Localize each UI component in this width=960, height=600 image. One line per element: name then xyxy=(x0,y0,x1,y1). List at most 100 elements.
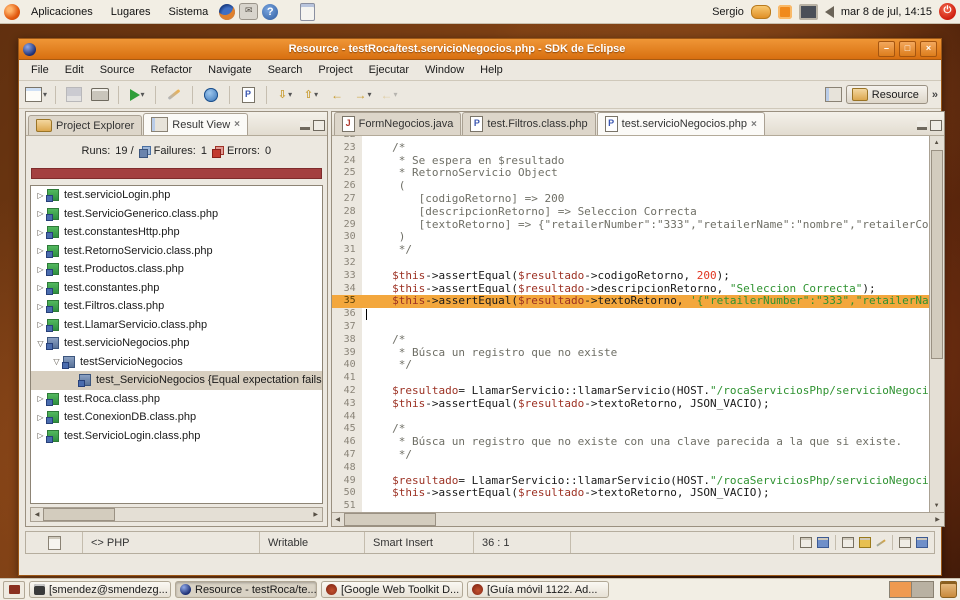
menu-item-refactor[interactable]: Refactor xyxy=(143,61,201,79)
back-button[interactable]: ← xyxy=(325,84,349,106)
scroll-right-icon[interactable]: ▶ xyxy=(932,513,944,526)
close-button[interactable]: × xyxy=(920,41,937,57)
code-line-46[interactable]: 46 * Búsca un registro que no existe con… xyxy=(332,436,929,449)
menu-item-help[interactable]: Help xyxy=(472,61,511,79)
scroll-right-icon[interactable]: ▶ xyxy=(310,508,322,521)
menu-item-file[interactable]: File xyxy=(23,61,57,79)
tab-test-servicionegocios-php[interactable]: P test.servicioNegocios.php × xyxy=(597,112,765,135)
trash-icon[interactable] xyxy=(940,581,957,598)
code-line-26[interactable]: 26 ( xyxy=(332,180,929,193)
code-line-32[interactable]: 32 xyxy=(332,257,929,270)
last-edit-button[interactable]: ←▾ xyxy=(377,84,401,106)
tree-item-test-retornoservicio-class-php[interactable]: ▷test.RetornoServicio.class.php xyxy=(31,242,322,261)
tree-item-test-serviciologin-class-php[interactable]: ▷test.ServicioLogin.class.php xyxy=(31,427,322,446)
tab-test-filtros-class-php[interactable]: P test.Filtros.class.php xyxy=(462,112,595,135)
print-button[interactable] xyxy=(88,84,112,106)
tree-item-test-servicionegocios-equal-expectation-[interactable]: test_ServicioNegocios {Equal expectation… xyxy=(31,371,322,390)
eclipse-window-icon[interactable] xyxy=(23,43,36,56)
tab-project-explorer[interactable]: Project Explorer xyxy=(28,115,142,135)
fast-view-icon[interactable] xyxy=(48,536,61,550)
code-line-35[interactable]: 35 $this->assertEqual($resultado->textoR… xyxy=(332,295,929,308)
workspace-switcher[interactable] xyxy=(889,581,934,598)
code-line-27[interactable]: 27 [codigoRetorno] => 200 xyxy=(332,193,929,206)
minimize-button[interactable]: – xyxy=(878,41,895,57)
restore-view-icon[interactable] xyxy=(842,537,854,548)
tree-item-test-filtros-class-php[interactable]: ▷test.Filtros.class.php xyxy=(31,297,322,316)
code-line-43[interactable]: 43 $this->assertEqual($resultado->textoR… xyxy=(332,398,929,411)
tree-item-test-constanteshttp-php[interactable]: ▷test.constantesHttp.php xyxy=(31,223,322,242)
window-titlebar[interactable]: Resource - testRoca/test.servicioNegocio… xyxy=(19,39,941,60)
code-line-49[interactable]: 49 $resultado= LlamarServicio::llamarSer… xyxy=(332,475,929,488)
editor-launcher-icon[interactable] xyxy=(300,3,315,21)
scroll-up-icon[interactable]: ▲ xyxy=(930,136,944,149)
menu-aplicaciones[interactable]: Aplicaciones xyxy=(24,4,100,20)
tab-formnegocios-java[interactable]: J FormNegocios.java xyxy=(334,112,462,135)
menu-item-source[interactable]: Source xyxy=(92,61,143,79)
screen-view-icon[interactable] xyxy=(916,537,928,548)
web-browser-button[interactable] xyxy=(199,84,223,106)
run-button[interactable]: ▾ xyxy=(125,84,149,106)
code-line-30[interactable]: 30 ) xyxy=(332,231,929,244)
menu-item-window[interactable]: Window xyxy=(417,61,472,79)
new-button[interactable]: ▾ xyxy=(23,84,49,106)
menu-lugares[interactable]: Lugares xyxy=(104,4,158,20)
code-line-31[interactable]: 31 */ xyxy=(332,244,929,257)
tree-item-test-llamarservicio-class-php[interactable]: ▷test.LlamarServicio.class.php xyxy=(31,316,322,335)
minimize-view-icon[interactable] xyxy=(300,121,310,130)
code-line-36[interactable]: 36 xyxy=(332,308,929,321)
menu-sistema[interactable]: Sistema xyxy=(162,4,216,20)
update-notifier-icon[interactable] xyxy=(778,5,792,19)
tree-item-test-serviciologin-php[interactable]: ▷test.servicioLogin.php xyxy=(31,186,322,205)
volume-icon[interactable] xyxy=(825,6,834,18)
forward-button[interactable]: →▾ xyxy=(351,84,375,106)
mail-launcher-icon[interactable]: ✉ xyxy=(239,3,258,20)
minimize-editor-icon[interactable] xyxy=(917,121,927,130)
workspace-1[interactable] xyxy=(890,582,911,597)
code-line-38[interactable]: 38 /* xyxy=(332,334,929,347)
editor-vscrollbar[interactable]: ▲ ▼ xyxy=(929,136,944,512)
scroll-left-icon[interactable]: ◀ xyxy=(31,508,43,521)
tab-close-icon[interactable]: × xyxy=(234,119,240,130)
code-line-39[interactable]: 39 * Búsca un registro que no existe xyxy=(332,347,929,360)
tree-item-test-conexiondb-class-php[interactable]: ▷test.ConexionDB.class.php xyxy=(31,408,322,427)
code-line-29[interactable]: 29 [textoRetorno] => {"retailerNumber":"… xyxy=(332,219,929,232)
tree-item-testservicionegocios[interactable]: ▽testServicioNegocios xyxy=(31,353,322,372)
code-line-33[interactable]: 33 $this->assertEqual($resultado->codigo… xyxy=(332,270,929,283)
code-editor[interactable]: 2223 /*24 * Se espera en $resultado25 * … xyxy=(332,136,929,512)
hscroll-thumb[interactable] xyxy=(344,513,436,526)
network-monitor-icon[interactable] xyxy=(799,4,818,20)
tree-item-test-productos-class-php[interactable]: ▷test.Productos.class.php xyxy=(31,260,322,279)
launch-view-icon[interactable] xyxy=(876,539,885,546)
lock-view-icon[interactable] xyxy=(859,537,871,548)
insert-mode-label[interactable]: Smart Insert xyxy=(365,532,474,553)
external-tools-button[interactable] xyxy=(162,84,186,106)
ubuntu-logo-icon[interactable] xyxy=(4,4,20,20)
code-line-25[interactable]: 25 * RetornoServicio Object xyxy=(332,167,929,180)
new-php-file-button[interactable]: P xyxy=(236,84,260,106)
tree-item-test-roca-class-php[interactable]: ▷test.Roca.class.php xyxy=(31,390,322,409)
menu-item-search[interactable]: Search xyxy=(260,61,311,79)
perspective-resource-button[interactable]: Resource xyxy=(846,85,928,104)
editor-hscrollbar[interactable]: ◀ ▶ xyxy=(332,512,944,526)
code-line-50[interactable]: 50 $this->assertEqual($resultado->textoR… xyxy=(332,487,929,500)
show-desktop-button[interactable] xyxy=(3,581,25,599)
tab-close-icon[interactable]: × xyxy=(751,119,757,130)
code-line-40[interactable]: 40 */ xyxy=(332,359,929,372)
tab-result-view[interactable]: Result View × xyxy=(143,113,248,135)
code-line-48[interactable]: 48 xyxy=(332,462,929,475)
previous-annotation-button[interactable]: ⇧▾ xyxy=(299,84,323,106)
next-annotation-button[interactable]: ⇩▾ xyxy=(273,84,297,106)
code-line-51[interactable]: 51 xyxy=(332,500,929,512)
restore-view-icon[interactable] xyxy=(899,537,911,548)
code-line-41[interactable]: 41 xyxy=(332,372,929,385)
vscroll-thumb[interactable] xyxy=(931,150,943,359)
scroll-left-icon[interactable]: ◀ xyxy=(332,513,344,526)
menu-item-edit[interactable]: Edit xyxy=(57,61,92,79)
perspective-overflow-chevron[interactable]: » xyxy=(932,89,937,101)
power-button[interactable]: ⏻ xyxy=(939,3,956,20)
left-panel-hscrollbar[interactable]: ◀ ▶ xyxy=(30,507,323,522)
help-launcher-icon[interactable]: ? xyxy=(262,4,278,20)
code-line-23[interactable]: 23 /* xyxy=(332,142,929,155)
scroll-down-icon[interactable]: ▼ xyxy=(930,499,944,512)
firefox-launcher-icon[interactable] xyxy=(219,4,235,20)
